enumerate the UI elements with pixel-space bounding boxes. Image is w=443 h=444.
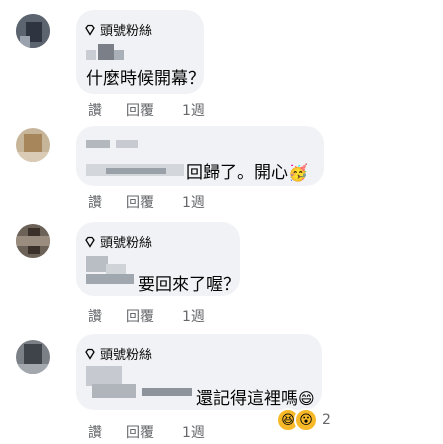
comment-text: 什麼時候開幕？ <box>86 69 205 89</box>
blurred-mention[interactable] <box>86 366 194 402</box>
blurred-mention[interactable] <box>86 160 184 178</box>
reaction-count: 2 <box>322 412 331 428</box>
comment-actions: 讚 回覆 1週 <box>88 100 205 120</box>
wow-reaction-icon: 😮 <box>294 408 318 432</box>
blurred-username[interactable] <box>86 138 146 150</box>
top-fan-badge: 頭號粉絲 <box>84 344 152 363</box>
comment-actions: 讚 回覆 1週 <box>88 422 205 442</box>
comment-actions: 讚 回覆 1週 <box>88 192 205 212</box>
comment-text: 要回來了喔？ <box>138 275 240 295</box>
top-fan-badge: 頭號粉絲 <box>84 20 152 39</box>
party-face-emoji: 🥳 <box>288 163 308 182</box>
reply-button[interactable]: 回覆 <box>126 100 182 120</box>
reaction-summary[interactable]: 😆 😮 2 <box>276 408 331 432</box>
blurred-mention[interactable] <box>86 254 136 288</box>
like-button[interactable]: 讚 <box>88 100 126 120</box>
diamond-icon <box>85 236 95 248</box>
like-button[interactable]: 讚 <box>88 422 126 442</box>
top-fan-badge: 頭號粉絲 <box>84 232 152 251</box>
comment-text: 還記得這裡嗎😄 <box>196 389 315 409</box>
blurred-username[interactable] <box>86 44 132 62</box>
diamond-icon <box>85 24 95 36</box>
commenter-avatar[interactable] <box>16 340 50 374</box>
timestamp[interactable]: 1週 <box>182 306 205 326</box>
diamond-icon <box>85 348 95 360</box>
badge-label: 頭號粉絲 <box>100 348 153 363</box>
comment-actions: 讚 回覆 1週 <box>88 306 205 326</box>
reply-button[interactable]: 回覆 <box>126 422 182 442</box>
reply-button[interactable]: 回覆 <box>126 192 182 212</box>
like-button[interactable]: 讚 <box>88 192 126 212</box>
commenter-avatar[interactable] <box>16 128 50 162</box>
badge-label: 頭號粉絲 <box>100 236 153 251</box>
commenter-avatar[interactable] <box>16 14 50 48</box>
comment-text: 回歸了。開心🥳 <box>186 163 308 183</box>
timestamp[interactable]: 1週 <box>182 422 205 442</box>
grinning-emoji: 😄 <box>298 389 315 408</box>
timestamp[interactable]: 1週 <box>182 192 205 212</box>
commenter-avatar[interactable] <box>16 224 50 258</box>
timestamp[interactable]: 1週 <box>182 100 205 120</box>
reply-button[interactable]: 回覆 <box>126 306 182 326</box>
like-button[interactable]: 讚 <box>88 306 126 326</box>
badge-label: 頭號粉絲 <box>100 24 153 39</box>
